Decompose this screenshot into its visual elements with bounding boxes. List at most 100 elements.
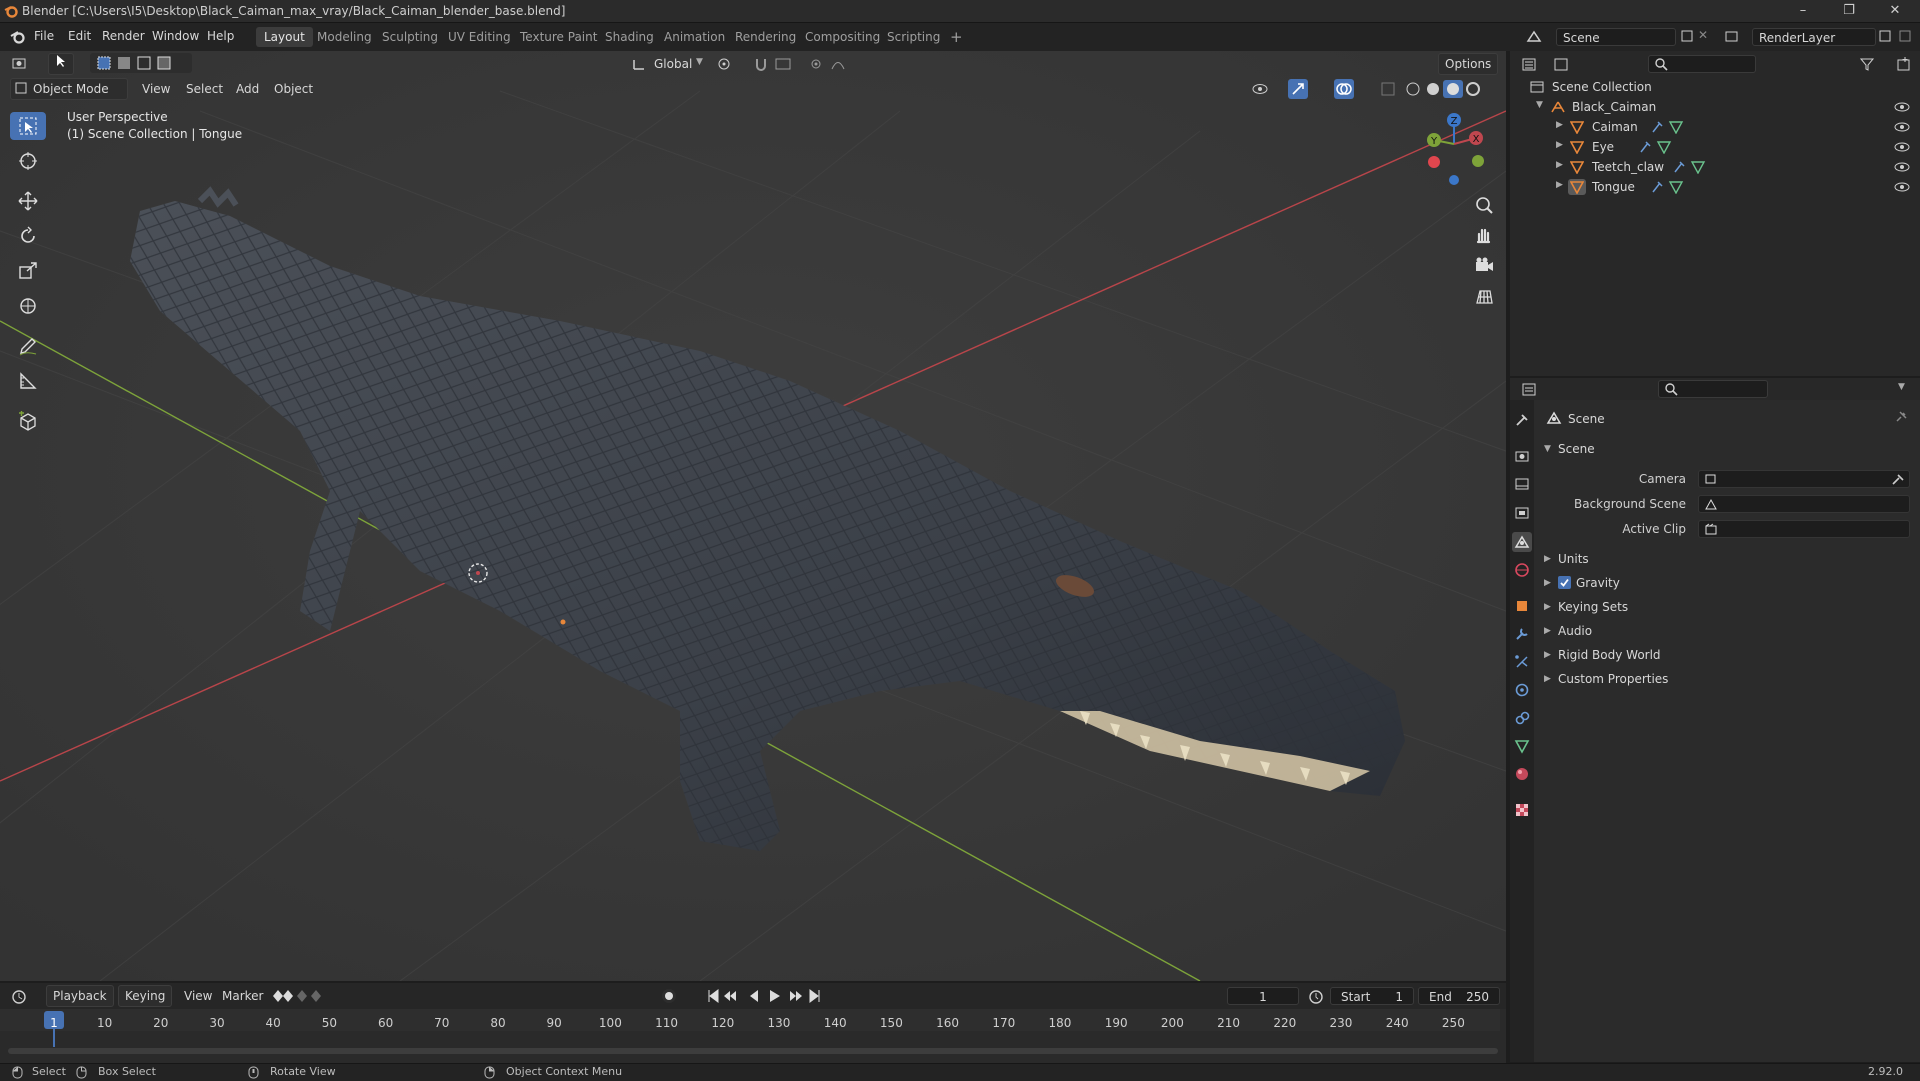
visibility-eye-icon[interactable] xyxy=(1894,161,1910,173)
panel-rigid-body-world-header[interactable]: ▶ Rigid Body World xyxy=(1538,644,1916,666)
panel-keying-sets-header[interactable]: ▶ Keying Sets xyxy=(1538,596,1916,618)
maximize-button[interactable]: ❐ xyxy=(1826,0,1872,22)
minimize-button[interactable]: – xyxy=(1780,0,1826,22)
timeline-menu-marker[interactable]: Marker xyxy=(216,986,269,1006)
playback-dropdown[interactable]: Playback xyxy=(46,985,114,1007)
select-mode-button[interactable] xyxy=(48,53,74,75)
tab-layout[interactable]: Layout xyxy=(256,27,313,47)
pivot-point-icon[interactable] xyxy=(716,56,752,72)
background-scene-field[interactable] xyxy=(1698,495,1910,513)
tab-sculpting[interactable]: Sculpting xyxy=(374,27,446,47)
add-cube-tool-button[interactable] xyxy=(10,407,46,435)
cursor-tool-button[interactable] xyxy=(10,147,46,175)
blender-menu-icon[interactable] xyxy=(10,29,26,45)
outliner-object-teetch-claw[interactable]: ▶ Teetch_claw xyxy=(1510,157,1920,177)
rotate-tool-button[interactable] xyxy=(10,222,46,250)
overlays-toggle-button[interactable] xyxy=(1334,79,1354,99)
active-clip-field[interactable] xyxy=(1698,520,1910,538)
tab-scene[interactable] xyxy=(1512,532,1532,552)
playback-controls[interactable] xyxy=(708,989,820,1003)
proportional-editing-icon[interactable] xyxy=(810,56,850,72)
mode-dropdown[interactable]: Object Mode xyxy=(10,78,128,100)
filter-icon[interactable] xyxy=(1860,57,1888,73)
start-frame-field[interactable]: Start 1 xyxy=(1330,987,1414,1005)
menu-render[interactable]: Render xyxy=(102,29,145,43)
keyframe-buttons[interactable] xyxy=(272,989,344,1003)
timeline-scrollbar[interactable] xyxy=(8,1048,1498,1054)
pan-view-button[interactable] xyxy=(1470,222,1498,250)
tab-shading[interactable]: Shading xyxy=(597,27,662,47)
record-button[interactable] xyxy=(662,989,676,1003)
annotate-tool-button[interactable] xyxy=(10,332,46,360)
expand-chevron-icon[interactable]: ▶ xyxy=(1556,180,1563,190)
remove-view-layer-icon[interactable] xyxy=(1898,29,1912,43)
visibility-eye-icon[interactable] xyxy=(1894,121,1910,133)
selection-mode-buttons[interactable] xyxy=(90,53,192,73)
tab-texture[interactable] xyxy=(1512,800,1532,820)
menu-file[interactable]: File xyxy=(34,29,54,43)
panel-audio-header[interactable]: ▶ Audio xyxy=(1538,620,1916,642)
3d-viewport[interactable] xyxy=(0,51,1506,981)
tab-render[interactable] xyxy=(1512,446,1532,466)
eyedropper-icon[interactable] xyxy=(1891,473,1905,485)
tab-texture-paint[interactable]: Texture Paint xyxy=(512,27,605,47)
pin-icon[interactable] xyxy=(1894,410,1908,424)
tab-view-layer[interactable] xyxy=(1512,503,1532,523)
viewport-menu-object[interactable]: Object xyxy=(268,79,319,99)
snapping-icon[interactable] xyxy=(754,56,814,72)
camera-view-button[interactable] xyxy=(1470,252,1498,280)
tab-material[interactable] xyxy=(1512,764,1532,784)
viewport-menu-view[interactable]: View xyxy=(136,79,176,99)
new-view-layer-icon[interactable] xyxy=(1878,29,1892,43)
menu-help[interactable]: Help xyxy=(207,29,234,43)
expand-chevron-icon[interactable]: ▶ xyxy=(1556,140,1563,150)
expand-chevron-icon[interactable]: ▶ xyxy=(1556,160,1563,170)
remove-scene-icon[interactable]: ✕ xyxy=(1698,28,1708,42)
new-scene-icon[interactable] xyxy=(1680,29,1694,43)
tab-output[interactable] xyxy=(1512,474,1532,494)
panel-custom-properties-header[interactable]: ▶ Custom Properties xyxy=(1538,668,1916,690)
close-button[interactable]: ✕ xyxy=(1872,0,1918,22)
menu-edit[interactable]: Edit xyxy=(68,29,91,43)
tab-constraints[interactable] xyxy=(1512,708,1532,728)
camera-field[interactable] xyxy=(1698,470,1910,488)
end-frame-field[interactable]: End 250 xyxy=(1418,987,1500,1005)
new-collection-icon[interactable] xyxy=(1896,56,1912,72)
outliner-collection-black-caiman[interactable]: ▼ Black_Caiman xyxy=(1510,97,1920,117)
panel-gravity-header[interactable]: ▶ Gravity xyxy=(1538,572,1916,594)
stopwatch-icon[interactable] xyxy=(1308,988,1324,1004)
gravity-checkbox[interactable] xyxy=(1558,576,1571,589)
timeline-menu-view[interactable]: View xyxy=(178,986,218,1006)
display-mode-icon[interactable] xyxy=(1554,57,1582,73)
tab-physics[interactable] xyxy=(1512,680,1532,700)
view-layer-selector[interactable]: RenderLayer xyxy=(1752,28,1876,46)
expand-chevron-icon[interactable]: ▶ xyxy=(1556,120,1563,130)
tab-scripting[interactable]: Scripting xyxy=(879,27,948,47)
current-frame-field[interactable]: 1 xyxy=(1227,987,1299,1005)
xray-toggle-icon[interactable] xyxy=(1380,81,1396,97)
zoom-view-button[interactable] xyxy=(1470,192,1498,220)
tab-modeling[interactable]: Modeling xyxy=(309,27,380,47)
outliner-object-tongue[interactable]: ▶ Tongue xyxy=(1510,177,1920,197)
tab-compositing[interactable]: Compositing xyxy=(797,27,888,47)
tab-object[interactable] xyxy=(1512,596,1532,616)
options-dropdown[interactable]: Options xyxy=(1438,53,1499,75)
outliner-object-eye[interactable]: ▶ Eye xyxy=(1510,137,1920,157)
viewport-menu-select[interactable]: Select xyxy=(180,79,229,99)
tab-animation[interactable]: Animation xyxy=(656,27,733,47)
viewport-menu-add[interactable]: Add xyxy=(230,79,265,99)
panel-scene-header[interactable]: ▼ Scene xyxy=(1538,438,1916,460)
tab-world[interactable] xyxy=(1512,560,1532,580)
gizmo-toggle-button[interactable] xyxy=(1288,79,1308,99)
editor-type-icon[interactable] xyxy=(12,57,28,71)
scale-tool-button[interactable] xyxy=(10,257,46,285)
ortho-view-button[interactable] xyxy=(1470,283,1498,311)
tab-data[interactable] xyxy=(1512,736,1532,756)
outliner-scene-collection[interactable]: Scene Collection xyxy=(1510,77,1920,97)
tab-tool[interactable] xyxy=(1512,410,1532,430)
add-workspace-button[interactable]: + xyxy=(942,27,971,47)
outliner-object-caiman[interactable]: ▶ Caiman xyxy=(1510,117,1920,137)
menu-window[interactable]: Window xyxy=(152,29,199,43)
keying-dropdown[interactable]: Keying xyxy=(118,985,173,1007)
outliner-editor-icon[interactable] xyxy=(1522,57,1550,73)
